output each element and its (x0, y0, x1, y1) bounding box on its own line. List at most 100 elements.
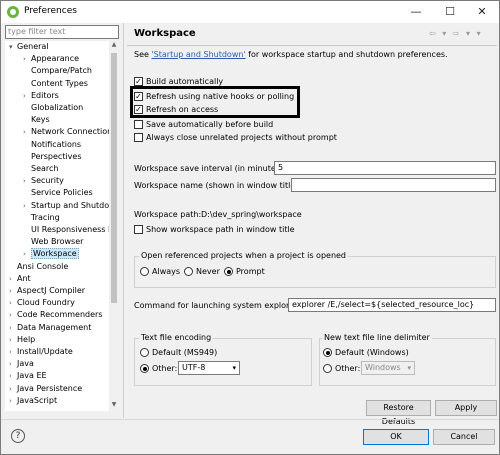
chevron-right-icon[interactable]: › (9, 370, 17, 382)
tree-item[interactable]: Tracing (23, 212, 60, 224)
scroll-thumb[interactable] (111, 53, 117, 303)
tree-item[interactable]: Web Browser (23, 236, 83, 248)
open-ref-label: Open referenced projects when a project … (139, 251, 349, 260)
chevron-right-icon[interactable]: › (9, 285, 17, 297)
tree-item[interactable]: Search (23, 163, 58, 175)
tree-item[interactable]: › Editors (23, 90, 59, 102)
tree-item[interactable]: › Appearance (23, 53, 79, 65)
chevron-right-icon[interactable]: › (23, 248, 31, 260)
cmd-input[interactable]: explorer /E,/select=${selected_resource_… (288, 298, 496, 312)
tree-item-label: Globalization (31, 103, 84, 112)
save-interval-input[interactable]: 5 (274, 161, 496, 175)
tree-item[interactable]: › AspectJ Compiler (9, 285, 85, 297)
tree-item[interactable]: › Java EE (9, 370, 47, 382)
chevron-right-icon[interactable]: › (23, 53, 31, 65)
startup-shutdown-link[interactable]: 'Startup and Shutdown' (151, 50, 245, 59)
chevron-right-icon[interactable]: › (9, 346, 17, 358)
tree-item-label: JavaScript (17, 395, 58, 405)
close-unrelated-label: Always close unrelated projects without … (146, 133, 337, 142)
delim-default-radio[interactable] (323, 348, 332, 357)
tree-item[interactable]: › Workspace (23, 248, 79, 260)
tree-item[interactable]: Content Types (23, 78, 88, 90)
tree-item[interactable]: › JavaScript (9, 395, 57, 407)
tree-item-label: Cloud Foundry (17, 298, 75, 308)
build-auto-checkbox[interactable]: ✓ (134, 77, 143, 86)
chevron-down-icon: ▾ (232, 364, 236, 372)
tree-item[interactable]: › Ant (9, 273, 31, 285)
show-path-checkbox[interactable] (134, 225, 143, 234)
panel-splitter[interactable] (123, 23, 124, 418)
tree-item[interactable]: Compare/Patch (23, 65, 92, 77)
delim-other-select[interactable]: Windows ▾ (361, 361, 415, 375)
restore-defaults-button[interactable]: Restore Defaults (366, 400, 431, 426)
save-auto-label: Save automatically before build (146, 120, 274, 129)
enc-other-label: Other: (152, 364, 178, 373)
tree-item[interactable]: › Network Connection (23, 126, 109, 138)
tree-item[interactable]: Ansi Console (9, 261, 68, 273)
open-always-radio[interactable] (140, 267, 149, 276)
filter-input[interactable]: type filter text (5, 25, 119, 39)
tree-item[interactable]: Notifications (23, 139, 81, 151)
tree-item-label: Ansi Console (17, 261, 69, 271)
close-unrelated-checkbox[interactable] (134, 133, 143, 142)
chevron-right-icon[interactable]: › (9, 358, 17, 370)
open-never-radio[interactable] (184, 267, 193, 276)
chevron-right-icon[interactable]: › (23, 126, 31, 138)
see-startup-text: See 'Startup and Shutdown' for workspace… (134, 50, 448, 59)
tree-item[interactable]: › Java (9, 358, 34, 370)
chevron-right-icon[interactable]: › (23, 200, 31, 212)
tree-item[interactable]: › Help (9, 334, 35, 346)
tree-item[interactable]: › Data Management (9, 322, 91, 334)
tree-item[interactable]: › Install/Update (9, 346, 73, 358)
ok-button[interactable]: OK (363, 429, 429, 445)
tree-item[interactable]: › Code Recommenders (9, 309, 102, 321)
chevron-right-icon[interactable]: › (23, 175, 31, 187)
tree-item[interactable]: ▾ General (9, 41, 49, 53)
chevron-right-icon[interactable]: › (9, 273, 17, 285)
tree-item[interactable]: › Java Persistence (9, 383, 82, 395)
chevron-right-icon[interactable]: › (9, 322, 17, 334)
tree-item[interactable]: ›Startup and Shutdown (23, 200, 109, 212)
tree-item[interactable]: UI Responsiveness Monitoring (23, 224, 109, 236)
delim-other-radio[interactable] (323, 364, 332, 373)
save-auto-checkbox[interactable] (134, 120, 143, 129)
chevron-right-icon[interactable]: › (9, 297, 17, 309)
tree-item[interactable]: Globalization (23, 102, 83, 114)
scroll-down-icon[interactable]: ▼ (109, 401, 119, 411)
page-title: Workspace (134, 28, 196, 39)
tree-item[interactable]: › Security (23, 175, 64, 187)
cancel-button[interactable]: Cancel (433, 429, 495, 445)
chevron-right-icon[interactable]: › (23, 90, 31, 102)
enc-default-radio[interactable] (140, 348, 149, 357)
preferences-window: Preferences — ☐ ✕ type filter text ▾ Gene… (0, 0, 500, 455)
enc-other-radio[interactable] (140, 364, 149, 373)
nav-arrows[interactable]: ⇦ ▾ ⇨ ▾ ▾ (429, 29, 483, 38)
enc-other-value: UTF-8 (182, 363, 206, 372)
scroll-up-icon[interactable]: ▲ (109, 41, 119, 51)
tree-item[interactable]: › Cloud Foundry (9, 297, 75, 309)
chevron-right-icon[interactable]: › (9, 334, 17, 346)
help-icon[interactable]: ? (11, 429, 25, 443)
tree-item-label: Search (31, 164, 59, 173)
delimiter-label: New text file line delimiter (322, 333, 432, 342)
open-prompt-radio[interactable] (224, 267, 233, 276)
tree-item[interactable]: Service Policies (23, 187, 93, 199)
tree-item-label: Keys (31, 115, 50, 125)
chevron-down-icon[interactable]: ▾ (9, 41, 17, 53)
apply-button[interactable]: Apply (435, 400, 497, 416)
tree-item-label: Data Management (17, 322, 92, 332)
tree-item[interactable]: Perspectives (23, 151, 82, 163)
chevron-right-icon[interactable]: › (9, 383, 17, 395)
enc-other-select[interactable]: UTF-8 ▾ (178, 361, 240, 375)
tree-item[interactable]: Keys (23, 114, 50, 126)
tree-scrollbar[interactable]: ▲ ▼ (109, 41, 119, 411)
ws-name-input[interactable] (291, 178, 496, 192)
close-button[interactable]: ✕ (465, 1, 499, 23)
chevron-right-icon[interactable]: › (9, 395, 17, 407)
minimize-button[interactable]: — (399, 1, 433, 23)
show-path-label: Show workspace path in window title (146, 225, 295, 234)
chevron-down-icon: ▾ (407, 364, 411, 372)
chevron-right-icon[interactable]: › (9, 309, 17, 321)
maximize-button[interactable]: ☐ (433, 1, 467, 23)
tree-item-label: Java Persistence (17, 383, 83, 393)
